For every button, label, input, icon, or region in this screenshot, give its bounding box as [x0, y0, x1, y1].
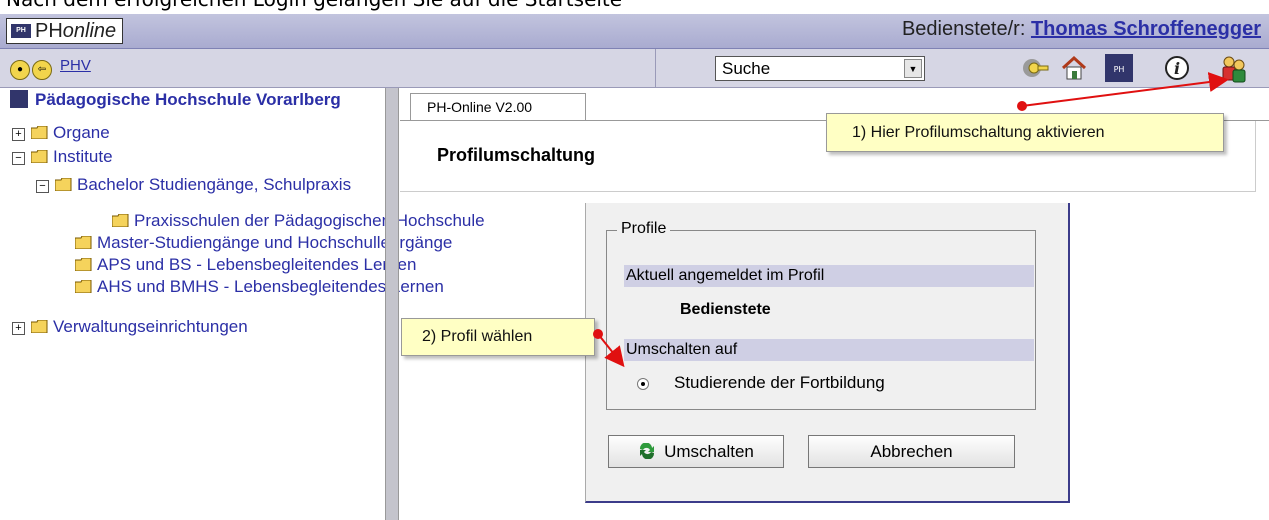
- svg-text:PH: PH: [1114, 65, 1125, 74]
- folder-icon: [31, 320, 48, 333]
- folder-icon: [112, 214, 129, 227]
- arrow-origin-dot: [1017, 101, 1027, 111]
- navigation-tree: Pädagogische Hochschule Vorarlberg + Orga…: [0, 88, 485, 520]
- tree-root[interactable]: Pädagogische Hochschule Vorarlberg: [10, 90, 385, 110]
- tree-item-praxisschulen[interactable]: Praxisschulen der Pädagogischen Hochschu…: [112, 210, 485, 232]
- search-select-value: Suche: [722, 59, 771, 78]
- profile-fieldset: Profile Aktuell angemeldet im Profil Bed…: [606, 220, 1036, 410]
- folder-icon: [75, 280, 92, 293]
- chevron-down-icon[interactable]: ▼: [904, 59, 922, 78]
- user-name-link[interactable]: Thomas Schroffenegger: [1031, 18, 1261, 40]
- home-icon[interactable]: [1060, 54, 1088, 82]
- folder-icon: [75, 258, 92, 271]
- collapse-icon[interactable]: −: [12, 152, 25, 165]
- cancel-button[interactable]: Abbrechen: [808, 435, 1015, 468]
- tree-item-aps-bs[interactable]: APS und BS - Lebensbegleitendes Lernen: [75, 254, 416, 276]
- screenshot-caption: Nach dem erfolgreichen Login gelangen Si…: [6, 0, 622, 11]
- collapse-icon[interactable]: −: [36, 180, 49, 193]
- back-icon[interactable]: ●: [10, 60, 30, 80]
- profile-dialog: Profile Aktuell angemeldet im Profil Bed…: [585, 203, 1070, 503]
- search-select[interactable]: Suche ▼: [715, 56, 925, 81]
- switch-button[interactable]: Umschalten: [608, 435, 784, 468]
- phv-link[interactable]: PHV: [60, 57, 91, 74]
- ph-logo-icon[interactable]: PH: [1105, 54, 1133, 82]
- callout-step-1: 1) Hier Profilumschaltung aktivieren: [826, 113, 1224, 152]
- tree-splitter[interactable]: [385, 88, 399, 520]
- user-role-label: Bedienstete/r:: [901, 18, 1026, 40]
- user-info: Bedienstete/r: Thomas Schroffenegger: [902, 18, 1261, 41]
- title-bar: PH PHonline Bedienstete/r: Thomas Schrof…: [0, 14, 1269, 49]
- folder-icon: [55, 178, 72, 191]
- info-icon[interactable]: i: [1163, 54, 1191, 82]
- page-title: Profilumschaltung: [437, 145, 596, 165]
- profile-radio-button[interactable]: [637, 378, 649, 390]
- callout-step-2: 2) Profil wählen: [401, 318, 595, 356]
- folder-icon: [31, 126, 48, 139]
- expand-icon[interactable]: +: [12, 322, 25, 335]
- switch-to-heading: Umschalten auf: [624, 339, 1034, 361]
- tree-item-verwaltung[interactable]: + Verwaltungseinrichtungen: [12, 316, 248, 338]
- current-profile-heading: Aktuell angemeldet im Profil: [624, 265, 1034, 287]
- tree-item-bachelor[interactable]: − Bachelor Studiengänge, Schulpraxis: [36, 174, 351, 196]
- forward-icon[interactable]: ⇦: [32, 60, 52, 80]
- toolbar-divider: [655, 49, 656, 87]
- profile-switch-icon[interactable]: [1218, 54, 1246, 83]
- expand-icon[interactable]: +: [12, 128, 25, 141]
- ph-badge-icon: PH: [11, 24, 31, 38]
- svg-text:i: i: [1174, 59, 1180, 78]
- switch-arrows-icon: [638, 438, 656, 460]
- profile-radio-label[interactable]: Studierende der Fortbildung: [674, 373, 885, 393]
- tree-item-organe[interactable]: + Organe: [12, 122, 110, 144]
- key-icon[interactable]: [1020, 54, 1049, 82]
- logo-text: PHonline: [35, 19, 117, 42]
- current-profile-value: Bedienstete: [680, 301, 771, 318]
- folder-icon: [31, 150, 48, 163]
- ph-logo-icon: [10, 90, 28, 108]
- tree-item-institute[interactable]: − Institute: [12, 146, 113, 168]
- folder-icon: [75, 236, 92, 249]
- fieldset-legend: Profile: [617, 220, 671, 238]
- toolbar: ● ⇦ PHV Suche ▼ PH i: [0, 49, 1269, 88]
- ph-online-logo[interactable]: PH PHonline: [6, 18, 124, 44]
- tab-ph-online[interactable]: PH-Online V2.00: [410, 93, 586, 120]
